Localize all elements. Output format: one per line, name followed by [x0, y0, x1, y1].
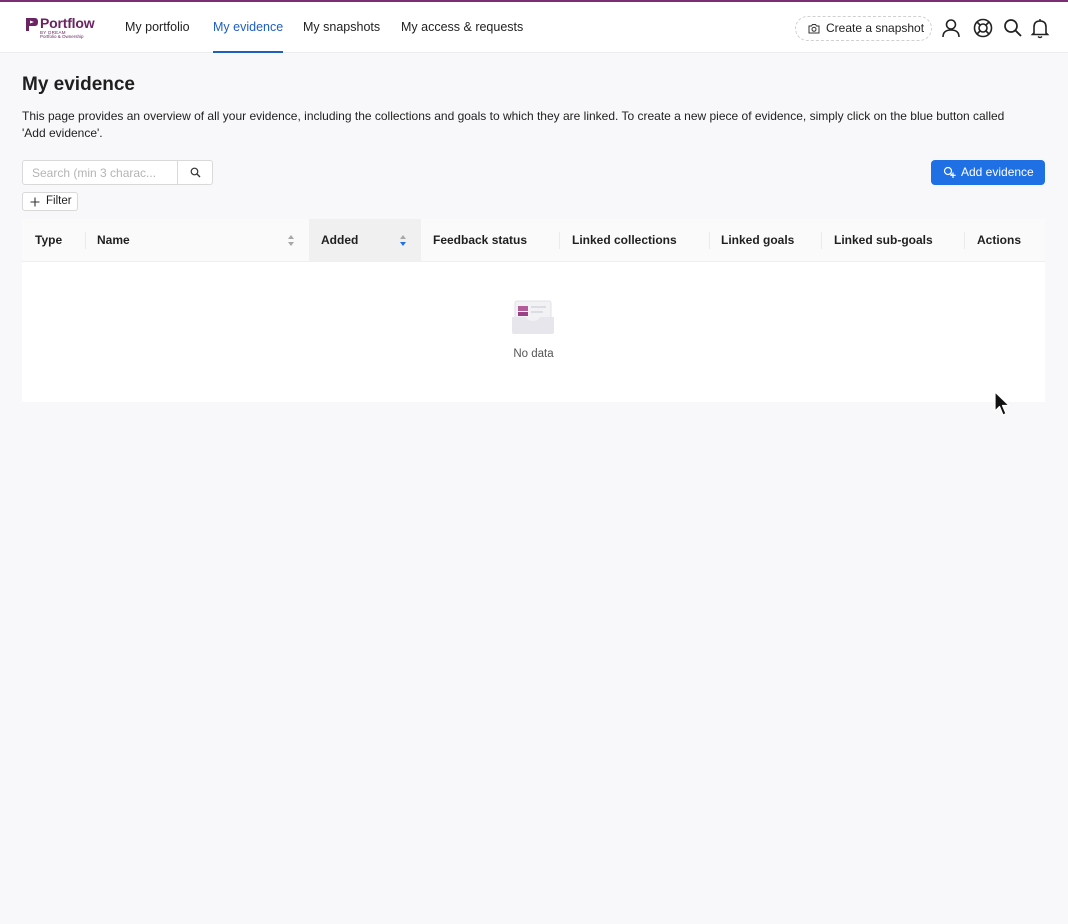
sort-icon[interactable] — [287, 234, 295, 247]
search-button[interactable] — [177, 161, 212, 184]
empty-inbox-icon — [512, 300, 554, 334]
nav-my-evidence[interactable]: My evidence — [213, 2, 284, 53]
logo-wordmark: Portflow — [40, 15, 95, 31]
table-header: Type Name Added Feedback status Linked c… — [22, 219, 1045, 262]
nav-my-snapshots[interactable]: My snapshots — [303, 2, 380, 53]
bell-icon[interactable] — [1029, 17, 1051, 39]
column-type: Type — [35, 233, 63, 247]
search-box — [22, 160, 213, 185]
logo-subline-secondary: Portfolio & Ownership — [40, 34, 84, 39]
add-evidence-button[interactable]: Add evidence — [931, 160, 1045, 185]
column-linked-collections: Linked collections — [572, 233, 677, 247]
create-snapshot-label: Create a snapshot — [826, 21, 925, 35]
search-input[interactable] — [23, 161, 177, 184]
camera-icon — [808, 24, 820, 34]
column-name[interactable]: Name — [85, 219, 309, 262]
column-feedback-status: Feedback status — [433, 233, 528, 247]
empty-state-text: No data — [513, 348, 554, 360]
mouse-cursor-icon — [994, 391, 1010, 416]
add-evidence-icon — [943, 166, 956, 178]
top-navigation-bar: Portflow BY DREAM Portfolio & Ownership … — [0, 0, 1068, 53]
create-snapshot-button[interactable]: Create a snapshot — [795, 16, 932, 41]
help-icon[interactable] — [972, 17, 994, 39]
plus-icon — [30, 197, 40, 207]
sort-descending-icon[interactable] — [399, 234, 407, 247]
nav-my-access-requests[interactable]: My access & requests — [401, 2, 523, 53]
page-title: My evidence — [22, 74, 135, 95]
add-evidence-label: Add evidence — [961, 165, 1034, 179]
column-linked-goals: Linked goals — [721, 233, 795, 247]
column-linked-sub-goals: Linked sub-goals — [834, 233, 933, 247]
portflow-logo-icon — [26, 18, 38, 31]
search-icon — [190, 167, 201, 178]
page-description: This page provides an overview of all yo… — [22, 109, 1005, 140]
portflow-logo[interactable]: Portflow BY DREAM Portfolio & Ownership — [24, 15, 96, 41]
filter-label: Filter — [46, 195, 72, 207]
column-added-label: Added — [321, 233, 359, 247]
nav-my-portfolio[interactable]: My portfolio — [125, 2, 190, 53]
evidence-table: Type Name Added Feedback status Linked c… — [22, 219, 1045, 402]
column-name-label: Name — [97, 233, 130, 247]
search-icon[interactable] — [1002, 17, 1024, 39]
filter-button[interactable]: Filter — [22, 192, 78, 211]
table-empty-state: No data — [22, 263, 1045, 402]
column-actions: Actions — [977, 233, 1022, 247]
user-icon[interactable] — [940, 17, 962, 39]
